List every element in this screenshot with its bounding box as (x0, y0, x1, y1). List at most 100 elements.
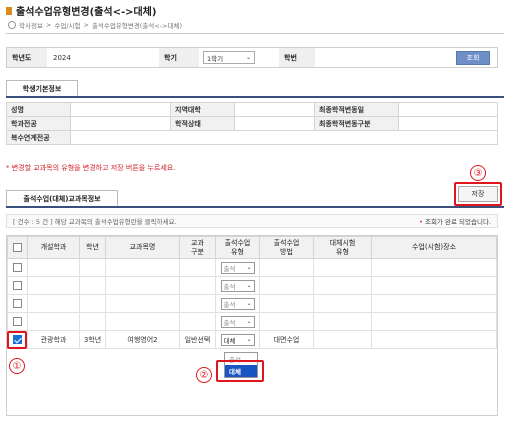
cell-year (79, 312, 106, 331)
cell-division (179, 258, 216, 277)
cell-place (371, 276, 497, 295)
region-value (234, 102, 315, 117)
attendance-type-select[interactable]: 출석 ⌄ (220, 279, 255, 292)
student-id-label: 학번 (279, 48, 315, 67)
region-label: 지역대학 (170, 102, 235, 117)
result-count-bar: [ 건수 : 5 건 ] 해당 교과목의 출석수업유형란을 클릭하세요. • 조… (6, 214, 498, 228)
cell-dept (27, 294, 80, 313)
cell-dept (27, 312, 80, 331)
home-icon[interactable] (8, 21, 16, 29)
attendance-type-select[interactable]: 출석 ⌄ (220, 315, 255, 328)
cell-course: 여행영어2 (105, 330, 180, 349)
chevron-down-icon: ⌄ (246, 282, 252, 289)
attendance-type-select[interactable]: 출석 ⌄ (220, 297, 255, 310)
row-checkbox[interactable] (13, 263, 22, 272)
last-change-type-value (398, 116, 498, 131)
cell-method (259, 312, 314, 331)
cell-course (105, 258, 180, 277)
term-select[interactable]: 1학기 ⌄ (203, 51, 255, 64)
breadcrumb-separator: > (45, 21, 52, 29)
page-title: 출석수업유형변경(출석<->대체) (6, 3, 156, 18)
double-major-label: 복수연계전공 (6, 130, 71, 145)
table-row[interactable]: 출석 ⌄ (7, 294, 497, 313)
status-label: 학적상태 (170, 116, 235, 131)
column-header[interactable]: 수업(시험)장소 (371, 236, 497, 259)
table-row[interactable]: 출석 ⌄ (7, 258, 497, 277)
breadcrumb-item-1[interactable]: 학사정보 (19, 20, 43, 30)
last-change-date-label: 최종학적변동일 (314, 102, 399, 117)
cell-alt-exam (313, 258, 372, 277)
cell-dept: 관광학과 (27, 330, 80, 349)
attendance-type-value: 출석 (223, 300, 236, 309)
term-label: 학기 (159, 48, 199, 67)
chevron-down-icon: ⌄ (245, 54, 251, 61)
cell-dept (27, 276, 80, 295)
annotation-2: ② (196, 367, 212, 383)
row-checkbox[interactable] (13, 317, 22, 326)
search-bar: 학년도 2024 학기 1학기 ⌄ 학번 조회 (6, 47, 498, 68)
cell-place (371, 294, 497, 313)
column-header[interactable]: 출석수업 유형 (215, 236, 260, 259)
double-major-value (70, 130, 498, 145)
column-header[interactable]: 교과 구분 (179, 236, 216, 259)
cell-alt-exam (313, 294, 372, 313)
cell-dept (27, 258, 80, 277)
annotation-1: ① (9, 358, 25, 374)
annotation-3: ③ (470, 165, 486, 181)
cell-year: 3학년 (79, 330, 106, 349)
course-table: 개설학과 학년 교과목명 교과 구분 출석수업 유형 출석수업 방법 대체시험 … (7, 236, 497, 349)
student-info-table: 성명 지역대학 최종학적변동일 학과전공 학적상태 최종학적변동구분 복수연계전… (6, 102, 498, 145)
chevron-down-icon: ⌄ (246, 336, 252, 343)
name-value (70, 102, 171, 117)
cell-alt-exam (313, 276, 372, 295)
year-value[interactable]: 2024 (47, 54, 159, 62)
attendance-type-select[interactable]: 출석 ⌄ (220, 261, 255, 274)
name-label: 성명 (6, 102, 71, 117)
cell-division: 일반선택 (179, 330, 216, 349)
tab-student-info[interactable]: 학생기본정보 (6, 80, 78, 97)
cell-year (79, 294, 106, 313)
course-grid: 개설학과 학년 교과목명 교과 구분 출석수업 유형 출석수업 방법 대체시험 … (6, 235, 498, 416)
cell-place (371, 330, 497, 349)
last-change-date-value (398, 102, 498, 117)
attendance-type-value: 출석 (223, 282, 236, 291)
table-row[interactable]: 출석 ⌄ (7, 312, 497, 331)
attendance-type-value: 출석 (223, 318, 236, 327)
annotation-box-3 (454, 182, 502, 206)
tab-underline (6, 96, 504, 98)
column-header[interactable]: 학년 (79, 236, 106, 259)
breadcrumb-item-3: 출석수업유형변경(출석<->대체) (91, 22, 183, 30)
column-header[interactable]: 출석수업 방법 (259, 236, 314, 259)
select-all-checkbox[interactable] (13, 243, 22, 252)
cell-method (259, 276, 314, 295)
cell-method (259, 294, 314, 313)
cell-method (259, 258, 314, 277)
column-header[interactable]: 교과목명 (105, 236, 180, 259)
attendance-type-value: 출석 (223, 264, 236, 273)
term-select-value: 1학기 (207, 54, 224, 63)
major-label: 학과전공 (6, 116, 71, 131)
cell-course (105, 276, 180, 295)
breadcrumb-separator: > (83, 21, 89, 29)
tab-course-info[interactable]: 출석수업(대체)교과목정보 (6, 190, 118, 207)
status-message: • 조회가 완료 되었습니다. (419, 216, 491, 226)
cell-division (179, 294, 216, 313)
title-bullet-icon (6, 6, 12, 15)
status-value (234, 116, 315, 131)
major-value (70, 116, 171, 131)
breadcrumb-item-2[interactable]: 수업/시험 (54, 20, 80, 30)
table-row[interactable]: 출석 ⌄ (7, 276, 497, 295)
attendance-type-select[interactable]: 대체 ⌄ (220, 333, 255, 346)
cell-method: 대면수업 (259, 330, 314, 349)
result-count-text: [ 건수 : 5 건 ] 해당 교과목의 출석수업유형란을 클릭하세요. (13, 218, 177, 226)
table-header-row: 개설학과 학년 교과목명 교과 구분 출석수업 유형 출석수업 방법 대체시험 … (7, 236, 497, 259)
tab-underline (6, 206, 504, 208)
row-checkbox[interactable] (13, 281, 22, 290)
status-dot-icon: • (419, 218, 423, 226)
column-header[interactable]: 대체시험 유형 (313, 236, 372, 259)
row-checkbox[interactable] (13, 299, 22, 308)
column-header[interactable]: 개설학과 (27, 236, 80, 259)
table-row-selected[interactable]: 관광학과 3학년 여행영어2 일반선택 대체 ⌄ 대면수업 (7, 330, 497, 349)
last-change-type-label: 최종학적변동구분 (314, 116, 399, 131)
search-button[interactable]: 조회 (456, 51, 490, 65)
